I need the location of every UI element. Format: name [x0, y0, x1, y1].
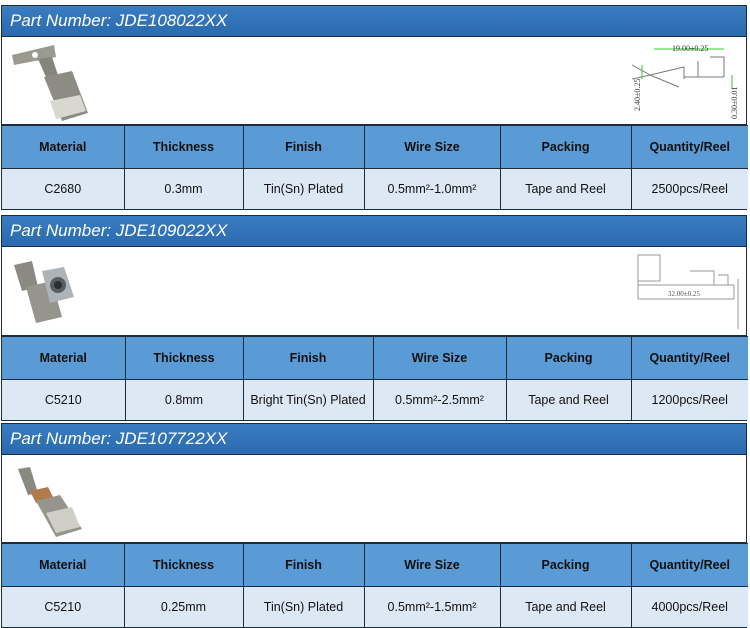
spec-cell: 0.25mm: [123, 586, 244, 627]
table-row: C2680 0.3mm Tin(Sn) Plated 0.5mm²-1.0mm² Tap…: [2, 168, 748, 209]
spec-cell: Tape and Reel: [499, 586, 632, 627]
dimension-label: 2.40±0.25: [633, 79, 642, 111]
table-row: C5210 0.8mm Bright Tin(Sn) Plated 0.5mm²-2.…: [2, 379, 748, 420]
spec-cell: 4000pcs/Reel: [630, 586, 748, 627]
spec-cell: Tin(Sn) Plated: [242, 168, 365, 209]
table-header-row: Material Thickness Finish Wire Size Packing Q…: [2, 125, 748, 169]
part-number-title: Part Number: JDE108022XX: [2, 6, 746, 37]
column-header: Packing: [499, 543, 632, 587]
dimension-drawing: 32.00±0.250.80±0.01: [637, 254, 739, 329]
product-image-area: [2, 455, 746, 543]
spec-cell: Tape and Reel: [499, 168, 632, 209]
spec-cell: Tape and Reel: [505, 379, 632, 420]
table-header-row: Material Thickness Finish Wire Size Packing Q…: [2, 543, 748, 587]
part-number-title: Part Number: JDE109022XX: [2, 216, 746, 247]
column-header: Packing: [499, 125, 632, 169]
table-header-row: Material Thickness Finish Wire Size Packing Q…: [2, 336, 748, 380]
terminal-photo: [12, 45, 88, 121]
column-header: Quantity/Reel: [630, 125, 748, 169]
column-header: Wire Size: [363, 543, 501, 587]
column-header: Finish: [242, 543, 365, 587]
product-image-area: 32.00±0.250.80±0.01: [2, 247, 746, 336]
table-row: C5210 0.25mm Tin(Sn) Plated 0.5mm²-1.5mm² Ta…: [2, 586, 748, 627]
dimension-drawing: 19.00±0.25 2.40±0.25 0.30±0.01: [631, 44, 739, 119]
spec-cell: C5210: [2, 379, 126, 420]
spec-cell: 0.8mm: [124, 379, 244, 420]
spec-cell: 0.5mm²-2.5mm²: [372, 379, 507, 420]
column-header: Thickness: [124, 336, 244, 380]
column-header: Wire Size: [363, 125, 501, 169]
column-header: Thickness: [123, 125, 244, 169]
spec-table: Material Thickness Finish Wire Size Packing Q…: [2, 543, 748, 627]
dimension-label: 19.00±0.25: [672, 44, 708, 53]
spec-cell: 1200pcs/Reel: [630, 379, 748, 420]
spec-cell: C2680: [2, 168, 125, 209]
part-number-title: Part Number: JDE107722XX: [2, 424, 746, 455]
column-header: Quantity/Reel: [630, 336, 748, 380]
spec-cell: Bright Tin(Sn) Plated: [242, 379, 374, 420]
column-header: Finish: [242, 125, 365, 169]
column-header: Material: [2, 543, 125, 587]
terminal-photo: [18, 467, 82, 537]
column-header: Material: [2, 125, 125, 169]
spec-cell: C5210: [2, 586, 125, 627]
column-header: Finish: [242, 336, 374, 380]
spec-table: Material Thickness Finish Wire Size Packing Q…: [2, 336, 748, 420]
spec-cell: 0.3mm: [123, 168, 244, 209]
part-block: Part Number: JDE109022XX 32.00±0.250.80±…: [1, 215, 748, 421]
part-block: Part Number: JDE107722XX Material Thickne…: [1, 423, 748, 628]
column-header: Material: [2, 336, 126, 380]
spec-cell: 0.5mm²-1.5mm²: [363, 586, 501, 627]
column-header: Wire Size: [372, 336, 507, 380]
column-header: Packing: [505, 336, 632, 380]
part-block: Part Number: JDE108022XX 19.00±0.25 2.40±…: [1, 5, 748, 210]
spec-cell: Tin(Sn) Plated: [242, 586, 365, 627]
column-header: Quantity/Reel: [630, 543, 748, 587]
terminal-photo: [14, 261, 74, 323]
spec-cell: 0.5mm²-1.0mm²: [363, 168, 501, 209]
dimension-label: 32.00±0.25: [668, 290, 700, 298]
spec-cell: 2500pcs/Reel: [630, 168, 748, 209]
spec-table: Material Thickness Finish Wire Size Packing Q…: [2, 125, 748, 209]
dimension-label: 0.30±0.01: [730, 87, 739, 119]
product-image-area: 19.00±0.25 2.40±0.25 0.30±0.01: [2, 37, 746, 125]
column-header: Thickness: [123, 543, 244, 587]
